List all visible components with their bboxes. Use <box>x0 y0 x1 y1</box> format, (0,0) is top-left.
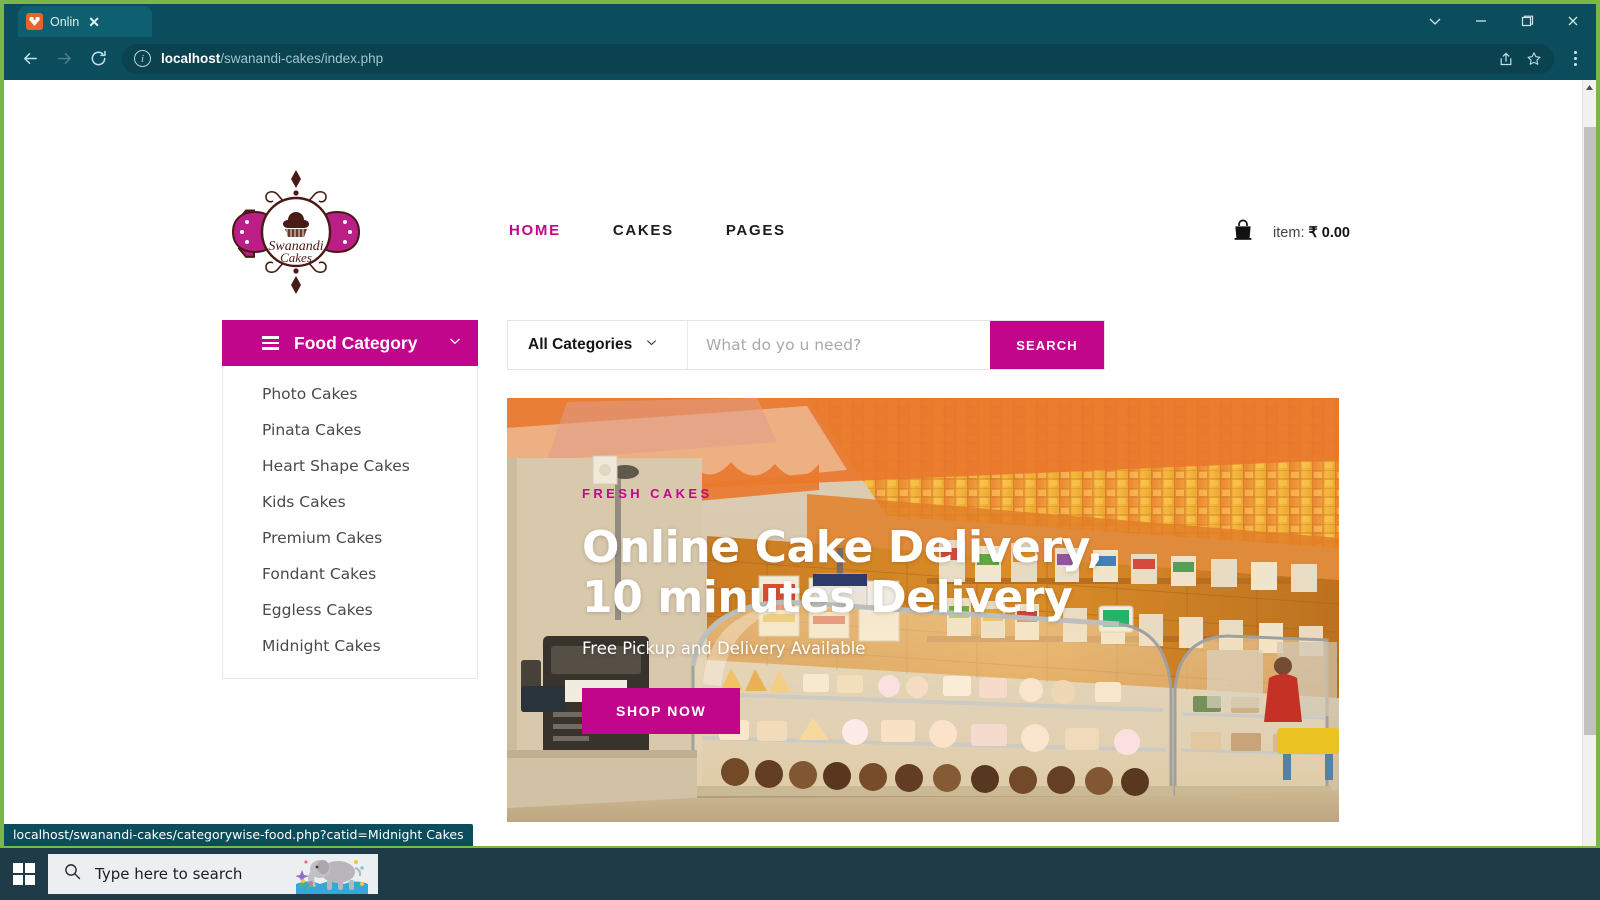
hero-title-line1: Online Cake Delivery, <box>582 522 1103 573</box>
cart-currency: ₹ <box>1308 224 1318 241</box>
category-list: Photo Cakes Pinata Cakes Heart Shape Cak… <box>222 366 478 679</box>
cart-summary[interactable]: item: ₹ 0.00 <box>1231 218 1350 247</box>
web-page: Swanandi Cakes HOME CAKES PAGES item: ₹ … <box>4 80 1582 846</box>
browser-tab[interactable]: Onlin ✕ <box>18 6 152 37</box>
taskbar-search-box[interactable]: Type here to search <box>48 854 378 894</box>
search-button[interactable]: SEARCH <box>990 321 1104 369</box>
url-path: /swanandi-cakes/index.php <box>220 51 384 66</box>
shop-now-button[interactable]: SHOP NOW <box>582 688 741 735</box>
cart-text: item: ₹ 0.00 <box>1273 225 1350 241</box>
category-item-premium-cakes[interactable]: Premium Cakes <box>223 520 477 556</box>
star-icon[interactable] <box>1520 45 1548 73</box>
back-arrow-icon[interactable] <box>14 43 46 75</box>
tab-search-icon[interactable] <box>1412 4 1458 37</box>
hero-kicker: FRESH CAKES <box>582 486 713 501</box>
nav-link-cakes[interactable]: CAKES <box>613 222 674 239</box>
minimize-icon[interactable] <box>1458 4 1504 37</box>
browser-toolbar: i localhost/swanandi-cakes/index.php <box>4 37 1596 80</box>
taskbar-search-placeholder: Type here to search <box>95 865 243 883</box>
hamburger-icon <box>262 336 279 350</box>
tab-title: Onlin <box>50 14 80 29</box>
info-icon[interactable]: i <box>134 50 151 67</box>
svg-text:Cakes: Cakes <box>280 250 312 265</box>
windows-taskbar: Type here to search <box>0 848 1600 900</box>
main-navigation: HOME CAKES PAGES <box>509 222 786 239</box>
hero-content: FRESH CAKES Online Cake Delivery, 10 min… <box>582 486 1202 735</box>
hero-title: Online Cake Delivery, 10 minutes Deliver… <box>582 522 1202 624</box>
windows-start-icon[interactable] <box>0 848 48 900</box>
xampp-icon <box>26 13 43 30</box>
category-item-eggless-cakes[interactable]: Eggless Cakes <box>223 592 477 628</box>
share-icon[interactable] <box>1492 45 1520 73</box>
url-host: localhost <box>161 51 221 66</box>
search-category-select[interactable]: All Categories <box>508 321 688 369</box>
hero-title-line2: 10 minutes Delivery <box>582 572 1073 624</box>
category-item-pinata-cakes[interactable]: Pinata Cakes <box>223 412 477 448</box>
scroll-up-icon[interactable] <box>1583 80 1596 94</box>
address-bar[interactable]: i localhost/swanandi-cakes/index.php <box>122 43 1554 74</box>
hero-banner: FRESH CAKES Online Cake Delivery, 10 min… <box>507 398 1339 822</box>
category-item-heart-shape-cakes[interactable]: Heart Shape Cakes <box>223 448 477 484</box>
tab-strip: Onlin ✕ <box>4 4 1596 37</box>
search-icon <box>64 863 81 885</box>
link-status-bar: localhost/swanandi-cakes/categorywise-fo… <box>4 824 473 846</box>
hero-subtitle: Free Pickup and Delivery Available <box>582 639 866 659</box>
search-input[interactable] <box>688 321 990 369</box>
category-item-fondant-cakes[interactable]: Fondant Cakes <box>223 556 477 592</box>
chevron-down-icon[interactable] <box>448 334 462 353</box>
nav-link-home[interactable]: HOME <box>509 222 561 239</box>
page-scrollbar[interactable] <box>1582 80 1596 846</box>
window-controls <box>1412 4 1596 37</box>
maximize-icon[interactable] <box>1504 4 1550 37</box>
browser-window: Onlin ✕ i localhost/swanandi-cakes/index… <box>0 0 1600 846</box>
scrollbar-thumb[interactable] <box>1584 127 1596 735</box>
close-icon[interactable] <box>1550 4 1596 37</box>
food-category-title: Food Category <box>294 332 418 353</box>
url-text: localhost/swanandi-cakes/index.php <box>161 51 1492 66</box>
category-item-midnight-cakes[interactable]: Midnight Cakes <box>223 628 477 664</box>
kebab-menu-icon[interactable] <box>1562 43 1588 75</box>
site-logo[interactable]: Swanandi Cakes <box>222 162 370 302</box>
product-search-bar: All Categories SEARCH <box>507 320 1105 370</box>
forward-arrow-icon[interactable] <box>48 43 80 75</box>
page-viewport: Swanandi Cakes HOME CAKES PAGES item: ₹ … <box>4 80 1596 846</box>
reload-icon[interactable] <box>82 43 114 75</box>
category-item-photo-cakes[interactable]: Photo Cakes <box>223 376 477 412</box>
elephant-illustration[interactable] <box>295 854 368 894</box>
site-header: Swanandi Cakes HOME CAKES PAGES item: ₹ … <box>4 80 1582 294</box>
food-category-sidebar: Food Category Photo Cakes Pinata Cakes H… <box>222 320 478 679</box>
category-item-kids-cakes[interactable]: Kids Cakes <box>223 484 477 520</box>
food-category-header[interactable]: Food Category <box>222 320 478 366</box>
chevron-down-icon <box>645 336 671 354</box>
cart-label: item: <box>1273 224 1305 241</box>
nav-link-pages[interactable]: PAGES <box>726 222 786 239</box>
shopping-bag-icon <box>1231 218 1255 247</box>
search-category-value: All Categories <box>528 336 633 353</box>
cart-amount: 0.00 <box>1321 224 1350 241</box>
close-icon[interactable]: ✕ <box>88 15 100 29</box>
